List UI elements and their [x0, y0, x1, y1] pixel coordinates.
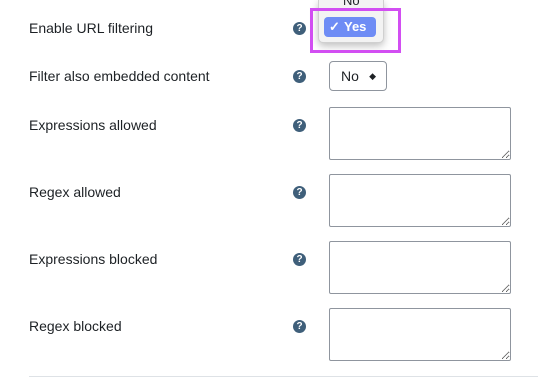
help-icon-filter-embedded-content[interactable]: ?: [293, 70, 306, 83]
help-icon-expressions-allowed[interactable]: ?: [293, 119, 306, 132]
expressions-allowed-textarea[interactable]: [329, 107, 511, 160]
regex-blocked-label: Regex blocked: [29, 318, 122, 334]
filter-embedded-content-label: Filter also embedded content: [29, 68, 210, 84]
enable-url-filtering-label: Enable URL filtering: [29, 20, 153, 36]
expressions-blocked-label: Expressions blocked: [29, 251, 158, 267]
help-icon-regex-allowed[interactable]: ?: [293, 186, 306, 199]
regex-blocked-textarea[interactable]: [329, 308, 511, 361]
help-icon-enable-url-filtering[interactable]: ?: [293, 22, 306, 35]
checkmark-icon: ✓: [329, 19, 340, 34]
help-icon-expressions-blocked[interactable]: ?: [293, 253, 306, 266]
dropdown-option-no[interactable]: No: [343, 0, 360, 8]
regex-allowed-label: Regex allowed: [29, 184, 121, 200]
regex-allowed-textarea[interactable]: [329, 174, 511, 227]
filter-embedded-content-selected-value: No: [341, 68, 359, 84]
expressions-blocked-textarea[interactable]: [329, 241, 511, 294]
filter-embedded-content-select[interactable]: No ◆: [329, 61, 387, 91]
enable-url-filtering-dropdown: No ✓ Yes: [318, 0, 384, 43]
select-caret-icon: ◆: [369, 71, 376, 81]
dropdown-option-yes-label: Yes: [344, 19, 367, 34]
expressions-allowed-label: Expressions allowed: [29, 117, 157, 133]
dropdown-option-yes[interactable]: ✓ Yes: [324, 17, 376, 37]
help-icon-regex-blocked[interactable]: ?: [293, 320, 306, 333]
